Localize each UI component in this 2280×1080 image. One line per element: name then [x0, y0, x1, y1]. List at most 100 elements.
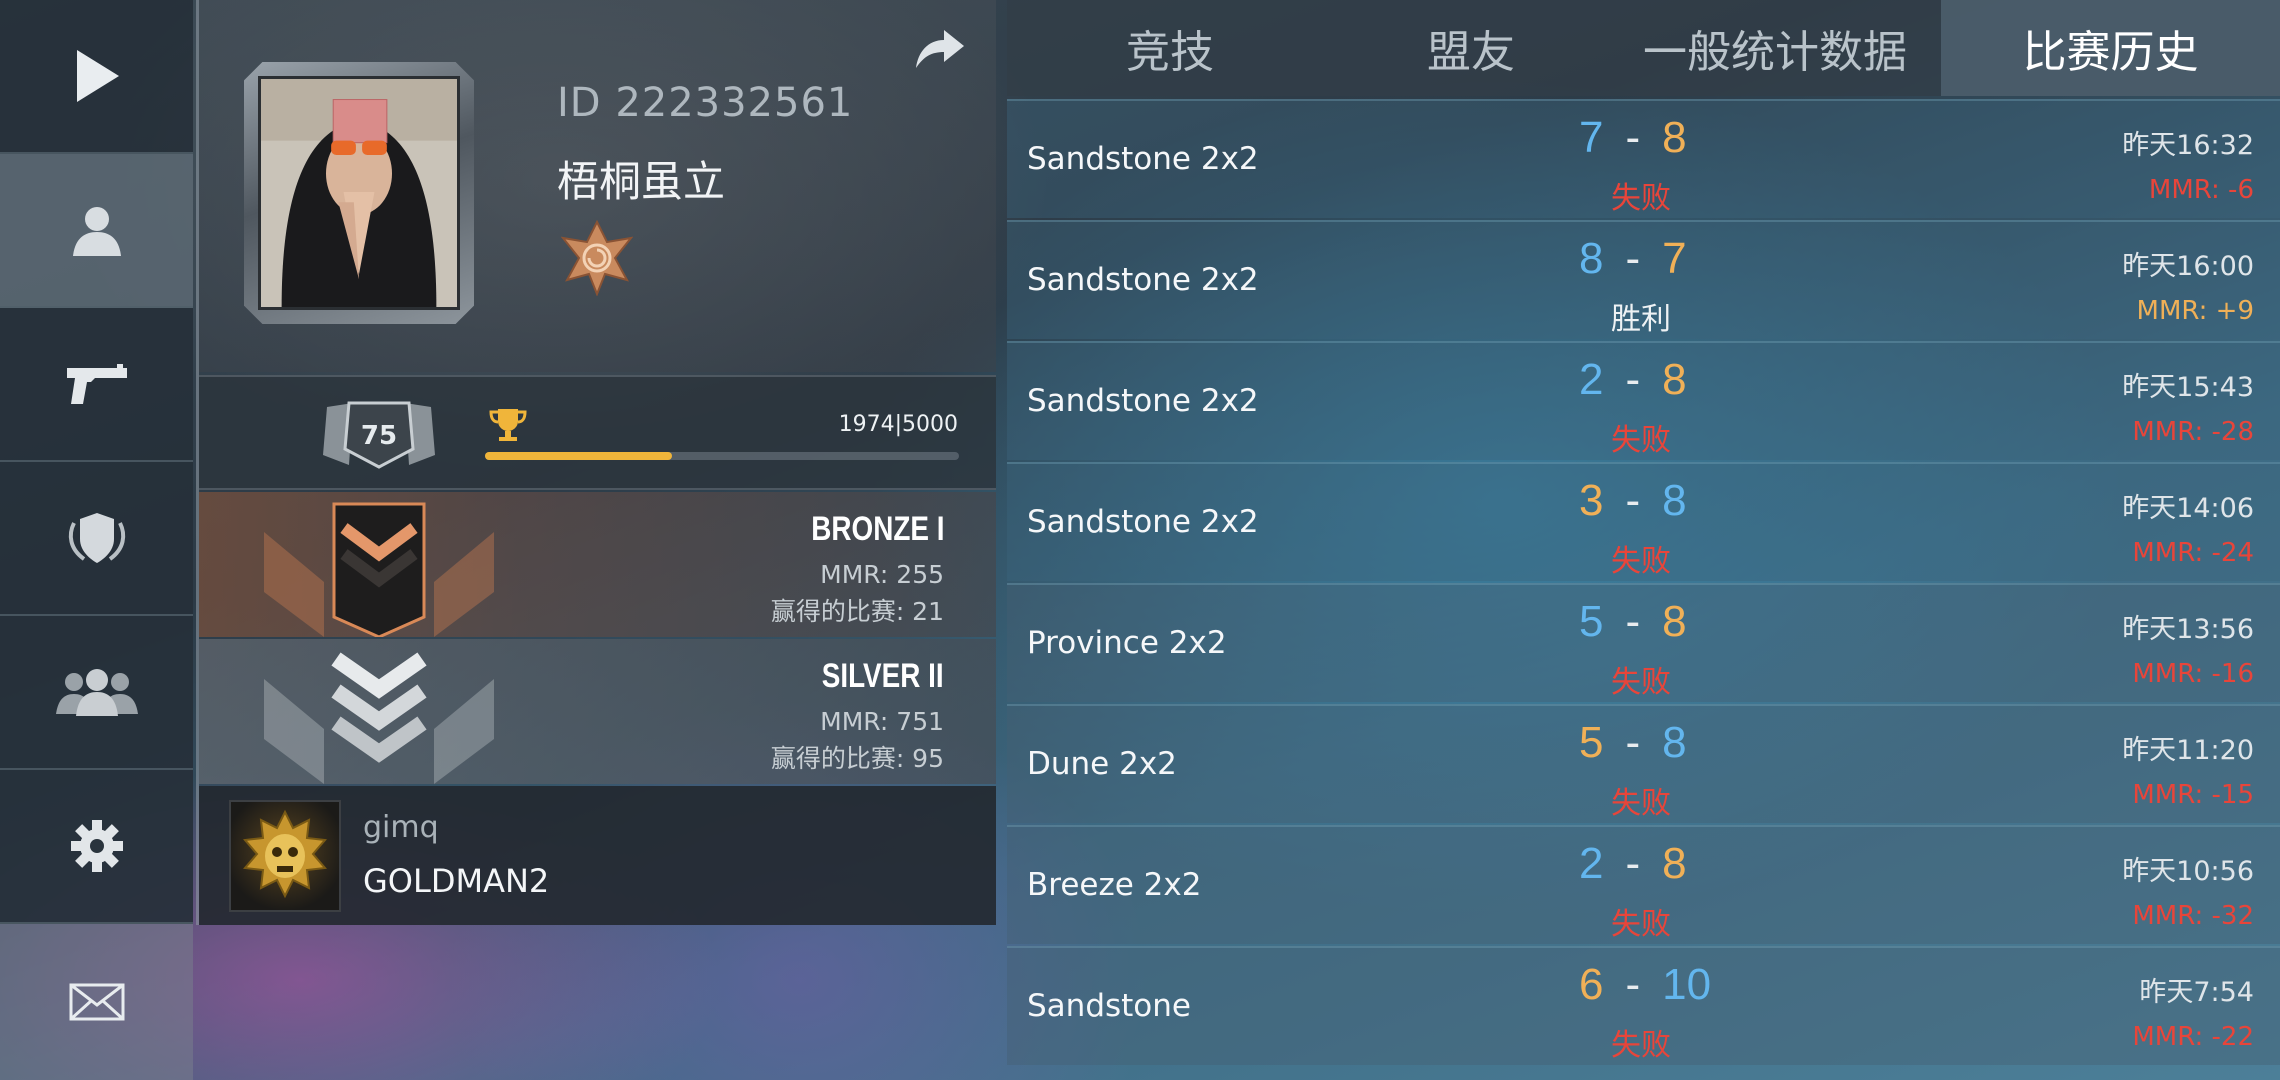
- rank-wins: 赢得的比赛: 21: [770, 597, 944, 626]
- score-team-a: 6: [1579, 960, 1604, 1009]
- nav-friends-button[interactable]: [0, 616, 193, 770]
- bronze-star-badge-icon: [561, 220, 633, 296]
- match-result: 失败: [1611, 544, 1671, 579]
- score-separator: -: [1625, 234, 1641, 283]
- nav-play-button[interactable]: [0, 0, 193, 154]
- tab-general-stats[interactable]: 一般统计数据: [1609, 0, 1941, 96]
- match-mmr: MMR: -32: [2132, 901, 2254, 931]
- score-team-a: 2: [1579, 355, 1604, 404]
- match-time: 昨天7:54: [2139, 977, 2254, 1008]
- match-time: 昨天13:56: [2122, 614, 2254, 645]
- score-separator: -: [1625, 718, 1641, 767]
- score-separator: -: [1625, 476, 1641, 525]
- profile-header: ID 222332561 梧桐虽立: [199, 0, 996, 372]
- score-team-a: 2: [1579, 839, 1604, 888]
- match-result: 失败: [1611, 786, 1671, 821]
- trophy-icon: [489, 409, 527, 441]
- clan-tag: gimq: [363, 810, 439, 845]
- match-mmr: MMR: -28: [2132, 417, 2254, 447]
- match-result: 失败: [1611, 907, 1671, 942]
- match-row[interactable]: Province 2x2 5-8 失败 昨天13:56 MMR: -16: [1007, 583, 2280, 702]
- match-mmr: MMR: -16: [2132, 659, 2254, 689]
- rank-row-bronze[interactable]: BRONZE I MMR: 255 赢得的比赛: 21: [199, 492, 996, 637]
- xp-progress-fill: [485, 452, 673, 460]
- friends-icon: [55, 669, 138, 716]
- gear-icon: [70, 820, 123, 872]
- score-team-b: 8: [1662, 476, 1687, 525]
- nav-mail-button[interactable]: [0, 924, 193, 1080]
- nav-settings-button[interactable]: [0, 770, 193, 924]
- match-map: Breeze 2x2: [1027, 867, 1202, 903]
- score-team-a: 8: [1579, 234, 1604, 283]
- score-team-b: 8: [1662, 113, 1687, 162]
- tab-match-history[interactable]: 比赛历史: [1941, 0, 2280, 96]
- tab-competitive[interactable]: 竞技: [1007, 0, 1333, 96]
- score-team-a: 7: [1579, 113, 1604, 162]
- nav-profile-button[interactable]: [0, 154, 193, 308]
- clan-row[interactable]: gimq GOLDMAN2: [199, 786, 996, 925]
- match-row[interactable]: Sandstone 2x2 8-7 胜利 昨天16:00 MMR: +9: [1007, 220, 2280, 339]
- score-separator: -: [1625, 839, 1641, 888]
- pistol-icon: [66, 364, 127, 404]
- match-row[interactable]: Sandstone 2x2 7-8 失败 昨天16:32 MMR: -6: [1007, 99, 2280, 218]
- match-mmr: MMR: -24: [2132, 538, 2254, 568]
- avatar: [258, 76, 460, 310]
- tab-allies[interactable]: 盟友: [1333, 0, 1609, 96]
- match-row[interactable]: Sandstone 6-10 失败 昨天7:54 MMR: -22: [1007, 946, 2280, 1065]
- share-icon[interactable]: [914, 28, 966, 70]
- nav-clan-button[interactable]: [0, 462, 193, 616]
- match-row[interactable]: Sandstone 2x2 3-8 失败 昨天14:06 MMR: -24: [1007, 462, 2280, 581]
- rank-title: BRONZE I: [810, 510, 944, 548]
- match-result: 失败: [1611, 1028, 1671, 1063]
- profile-panel: ID 222332561 梧桐虽立 75 1974|5000 BRONZE I …: [196, 0, 996, 925]
- xp-text: 1974|5000: [838, 412, 958, 437]
- match-mmr: MMR: -15: [2132, 780, 2254, 810]
- player-id: ID 222332561: [557, 80, 854, 126]
- match-map: Province 2x2: [1027, 625, 1227, 661]
- match-result: 失败: [1611, 423, 1671, 458]
- match-time: 昨天14:06: [2122, 493, 2254, 524]
- rank-wins: 赢得的比赛: 95: [770, 744, 944, 773]
- match-time: 昨天15:43: [2122, 372, 2254, 403]
- golden-skull-icon: [243, 809, 327, 899]
- rank-row-silver[interactable]: SILVER II MMR: 751 赢得的比赛: 95: [199, 639, 996, 784]
- match-result: 失败: [1611, 665, 1671, 700]
- nav-weapons-button[interactable]: [0, 308, 193, 462]
- match-history-list: Sandstone 2x2 7-8 失败 昨天16:32 MMR: -6 Sandston…: [1007, 99, 2280, 1068]
- score-separator: -: [1625, 355, 1641, 404]
- score-team-b: 8: [1662, 839, 1687, 888]
- match-row[interactable]: Dune 2x2 5-8 失败 昨天11:20 MMR: -15: [1007, 704, 2280, 823]
- rank-mmr: MMR: 751: [820, 707, 944, 736]
- rank-mmr: MMR: 255: [820, 560, 944, 589]
- match-row[interactable]: Breeze 2x2 2-8 失败 昨天10:56 MMR: -32: [1007, 825, 2280, 944]
- match-score: 2-8: [1579, 839, 1687, 889]
- score-team-b: 8: [1662, 597, 1687, 646]
- match-map: Sandstone 2x2: [1027, 141, 1259, 177]
- score-team-b: 8: [1662, 355, 1687, 404]
- match-result: 失败: [1611, 181, 1671, 216]
- score-team-b: 10: [1662, 960, 1712, 1009]
- score-team-a: 5: [1579, 597, 1604, 646]
- match-score: 7-8: [1579, 113, 1687, 163]
- match-result: 胜利: [1611, 302, 1671, 337]
- clan-logo: [229, 800, 341, 912]
- play-icon: [76, 50, 119, 102]
- match-map: Sandstone 2x2: [1027, 504, 1259, 540]
- score-team-b: 7: [1662, 234, 1687, 283]
- match-score: 5-8: [1579, 718, 1687, 768]
- match-mmr: MMR: -6: [2148, 175, 2254, 205]
- match-map: Sandstone: [1027, 988, 1191, 1024]
- player-level: 75: [360, 421, 398, 451]
- match-score: 6-10: [1579, 960, 1711, 1010]
- match-score: 8-7: [1579, 234, 1687, 284]
- avatar-frame[interactable]: [244, 62, 474, 324]
- match-score: 3-8: [1579, 476, 1687, 526]
- score-team-a: 3: [1579, 476, 1604, 525]
- stats-tabs: 竞技 盟友 一般统计数据 比赛历史: [1007, 0, 2280, 96]
- match-mmr: MMR: +9: [2136, 296, 2254, 326]
- match-row[interactable]: Sandstone 2x2 2-8 失败 昨天15:43 MMR: -28: [1007, 341, 2280, 460]
- silver-rank-emblem-icon: [264, 652, 494, 784]
- side-nav: [0, 0, 193, 1080]
- score-separator: -: [1625, 960, 1641, 1009]
- score-team-b: 8: [1662, 718, 1687, 767]
